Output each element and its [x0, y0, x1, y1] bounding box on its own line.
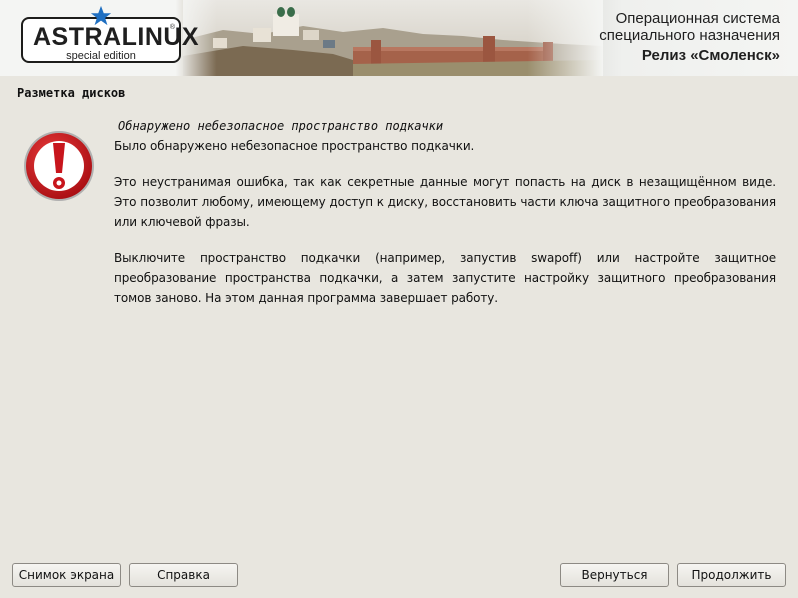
screenshot-button[interactable]: Снимок экрана: [12, 563, 121, 587]
message-paragraph: Выключите пространство подкачки (наприме…: [114, 251, 776, 305]
back-button[interactable]: Вернуться: [560, 563, 669, 587]
os-description: Операционная система специального назнач…: [599, 10, 780, 64]
page-title: Разметка дисков: [17, 86, 126, 100]
logo-subtitle: special edition: [66, 50, 136, 62]
header-banner: ASTRALINUX ® special edition Операционна…: [0, 0, 798, 76]
os-name-line1: Операционная система: [615, 10, 780, 27]
message-heading: Обнаружено небезопасное пространство под…: [118, 119, 444, 133]
message-content: Обнаружено небезопасное пространство под…: [114, 118, 776, 308]
smolensk-panorama-image: [183, 0, 603, 76]
message-paragraph: Это неустранимая ошибка, так как секретн…: [114, 175, 776, 229]
release-name: Релиз «Смоленск»: [641, 47, 780, 64]
message-paragraph: Было обнаружено небезопасное пространств…: [114, 139, 475, 153]
help-button[interactable]: Справка: [129, 563, 238, 587]
logo-registered-mark: ®: [169, 24, 175, 31]
os-name-line2: специального назначения: [599, 27, 780, 44]
star-icon: [90, 5, 112, 26]
warning-exclamation-icon: [24, 131, 94, 201]
continue-button[interactable]: Продолжить: [677, 563, 786, 587]
